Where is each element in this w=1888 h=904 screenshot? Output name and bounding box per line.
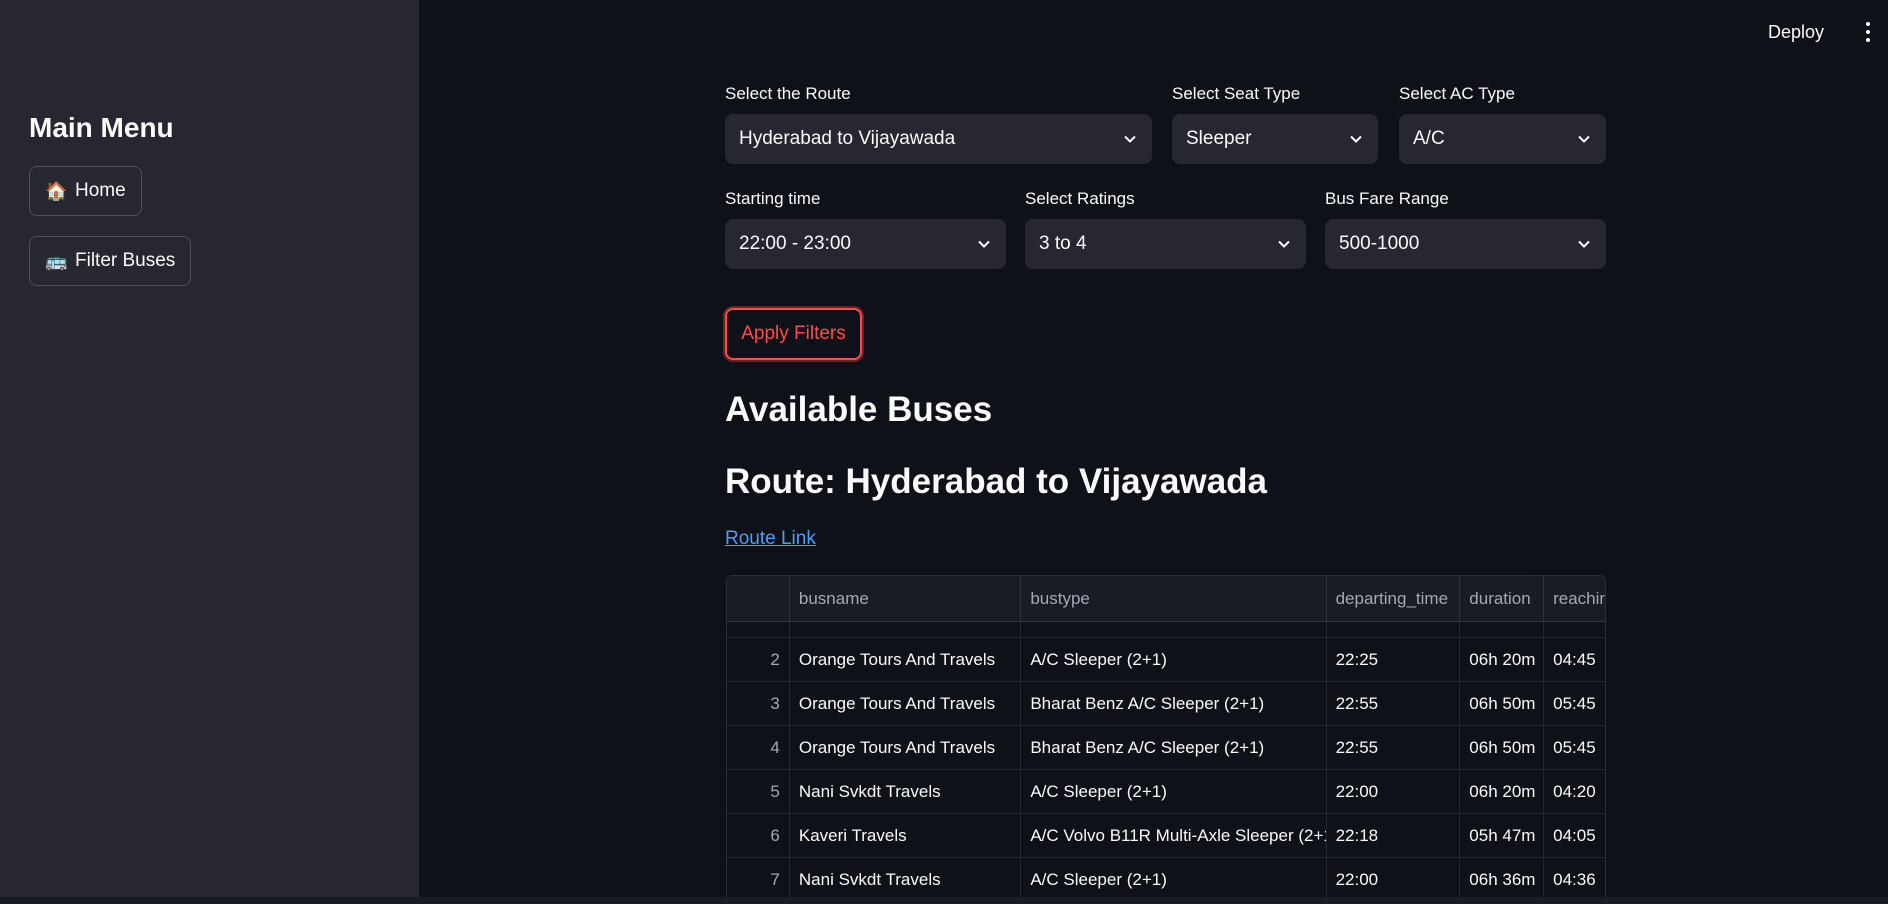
cell-reaching-time[interactable]: 05:45 [1544,682,1605,725]
fare-select-value: 500-1000 [1339,233,1420,254]
deploy-button[interactable]: Deploy [1768,22,1824,43]
cell-duration[interactable]: 06h 50m [1460,726,1545,769]
seat-type-select-value: Sleeper [1186,128,1252,149]
seat-type-label: Select Seat Type [1172,84,1301,103]
cell-reaching-time[interactable]: 04:20 [1544,770,1605,813]
cell-index[interactable]: 5 [727,770,790,813]
chevron-down-icon [1278,240,1290,248]
table-row-partial [727,622,1605,638]
table-row[interactable]: 6 Kaveri Travels A/C Volvo B11R Multi-Axle… [727,814,1605,858]
cell-bustype[interactable]: A/C Sleeper (2+1) [1021,858,1327,901]
cell-duration[interactable]: 05h 47m [1460,814,1545,857]
start-time-select-value: 22:00 - 23:00 [739,233,851,254]
ratings-select[interactable]: 3 to 4 [1025,219,1306,269]
cell-busname[interactable]: Nani Svkdt Travels [790,858,1022,901]
column-header-busname[interactable]: busname [790,576,1022,621]
column-header-reaching-time[interactable]: reachin [1544,576,1605,621]
cell-duration[interactable]: 06h 50m [1460,682,1545,725]
ratings-select-value: 3 to 4 [1039,233,1087,254]
sidebar: Main Menu 🏠 Home 🚌 Filter Buses [0,0,419,904]
chevron-down-icon [1578,240,1590,248]
cell-busname[interactable]: Kaveri Travels [790,814,1022,857]
table-body: 2 Orange Tours And Travels A/C Sleeper (2+… [727,622,1605,902]
route-select-value: Hyderabad to Vijayawada [739,128,956,149]
top-toolbar: Deploy [1768,20,1888,44]
filter-buses-button-label: Filter Buses [75,250,176,271]
route-label: Select the Route [725,84,851,103]
ac-type-select[interactable]: A/C [1399,114,1606,164]
cell-bustype[interactable]: A/C Volvo B11R Multi-Axle Sleeper (2+1) [1021,814,1327,857]
cell-index[interactable]: 4 [727,726,790,769]
cell-departing-time[interactable]: 22:55 [1327,726,1461,769]
ratings-label: Select Ratings [1025,189,1135,208]
cell-bustype[interactable]: A/C Sleeper (2+1) [1021,638,1327,681]
table-row[interactable]: 7 Nani Svkdt Travels A/C Sleeper (2+1) 22:0… [727,858,1605,902]
horizontal-scrollbar[interactable] [0,897,1888,904]
column-header-duration[interactable]: duration [1460,576,1545,621]
chevron-down-icon [1350,135,1362,143]
cell-busname[interactable]: Orange Tours And Travels [790,638,1022,681]
cell-departing-time[interactable]: 22:25 [1327,638,1461,681]
cell-busname[interactable]: Orange Tours And Travels [790,682,1022,725]
cell-duration[interactable]: 06h 36m [1460,858,1545,901]
chevron-down-icon [1578,135,1590,143]
table-row[interactable]: 2 Orange Tours And Travels A/C Sleeper (2+… [727,638,1605,682]
kebab-menu-icon[interactable] [1858,20,1878,44]
cell-busname[interactable]: Orange Tours And Travels [790,726,1022,769]
route-heading: Route: Hyderabad to Vijayawada [725,462,1268,501]
bus-icon: 🚌 [45,250,68,271]
table-header: busname bustype departing_time duration … [727,576,1605,622]
column-header-bustype[interactable]: bustype [1021,576,1327,621]
cell-index[interactable]: 6 [727,814,790,857]
cell-busname[interactable]: Nani Svkdt Travels [790,770,1022,813]
cell-duration[interactable]: 06h 20m [1460,638,1545,681]
column-header-index[interactable] [727,576,790,621]
table-row[interactable]: 4 Orange Tours And Travels Bharat Benz A/C… [727,726,1605,770]
route-link[interactable]: Route Link [725,528,816,550]
house-icon: 🏠 [45,180,68,201]
cell-reaching-time[interactable]: 04:05 [1544,814,1605,857]
cell-bustype[interactable]: A/C Sleeper (2+1) [1021,770,1327,813]
filter-buses-button[interactable]: 🚌 Filter Buses [29,236,192,286]
cell-reaching-time[interactable]: 05:45 [1544,726,1605,769]
home-button-label: Home [75,180,126,201]
sidebar-title: Main Menu [29,112,174,143]
cell-departing-time[interactable]: 22:00 [1327,770,1461,813]
fare-label: Bus Fare Range [1325,189,1449,208]
column-header-departing-time[interactable]: departing_time [1327,576,1461,621]
cell-index[interactable]: 3 [727,682,790,725]
table-row[interactable]: 5 Nani Svkdt Travels A/C Sleeper (2+1) 22:0… [727,770,1605,814]
home-button[interactable]: 🏠 Home [29,166,142,216]
cell-index[interactable]: 7 [727,858,790,901]
cell-index[interactable]: 2 [727,638,790,681]
cell-departing-time[interactable]: 22:00 [1327,858,1461,901]
table-row[interactable]: 3 Orange Tours And Travels Bharat Benz A/C… [727,682,1605,726]
chevron-down-icon [978,240,990,248]
cell-reaching-time[interactable]: 04:36 [1544,858,1605,901]
seat-type-select[interactable]: Sleeper [1172,114,1378,164]
buses-table[interactable]: busname bustype departing_time duration … [726,575,1606,904]
start-time-select[interactable]: 22:00 - 23:00 [725,219,1006,269]
cell-departing-time[interactable]: 22:18 [1327,814,1461,857]
cell-departing-time[interactable]: 22:55 [1327,682,1461,725]
ac-type-select-value: A/C [1413,128,1445,149]
cell-duration[interactable]: 06h 20m [1460,770,1545,813]
available-buses-heading: Available Buses [725,390,993,429]
ac-type-label: Select AC Type [1399,84,1515,103]
fare-select[interactable]: 500-1000 [1325,219,1606,269]
route-select[interactable]: Hyderabad to Vijayawada [725,114,1152,164]
cell-bustype[interactable]: Bharat Benz A/C Sleeper (2+1) [1021,682,1327,725]
chevron-down-icon [1124,135,1136,143]
start-time-label: Starting time [725,189,821,208]
apply-filters-button[interactable]: Apply Filters [725,308,862,360]
cell-bustype[interactable]: Bharat Benz A/C Sleeper (2+1) [1021,726,1327,769]
cell-reaching-time[interactable]: 04:45 [1544,638,1605,681]
